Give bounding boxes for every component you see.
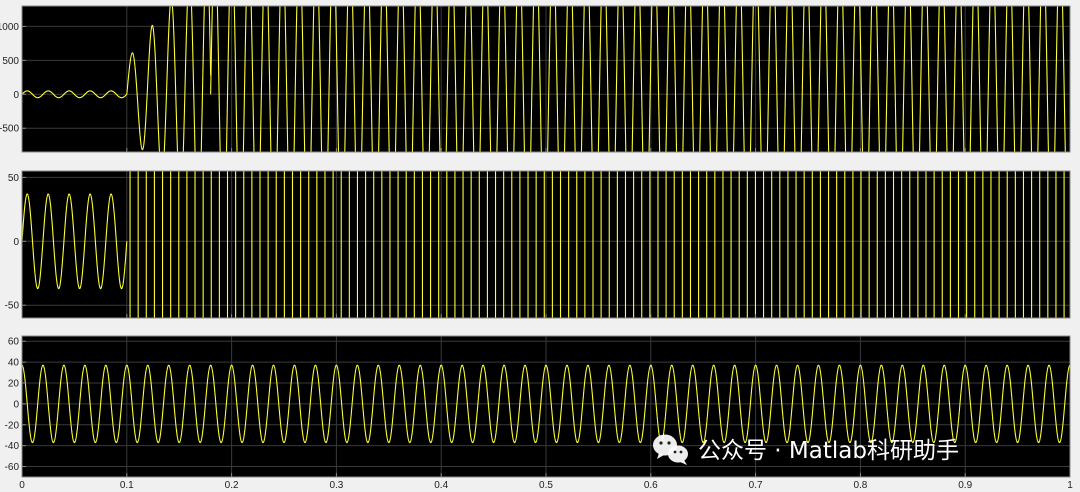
scope-axes-3: -60 -40 -20 0 20 40 60 0 0.1 0.2 0.3 0.4 0.5 0.6 0.7 0.… [5,335,1073,491]
y-tick-label: 0 [13,399,19,410]
y-tick-label: -500 [0,124,19,135]
x-tick-label: 0.1 [120,480,134,491]
x-tick-label: 0.7 [749,480,763,491]
x-tick-label: 0.4 [434,480,448,491]
scope-axes-2: -50 0 50 [5,170,1071,319]
y-tick-label: -40 [5,441,20,452]
x-tick-label: 0.6 [644,480,658,491]
y-tick-label: 0 [13,90,19,101]
y-tick-label: 50 [8,173,20,184]
x-tick-label: 0.2 [225,480,239,491]
y-tick-label: -50 [5,301,20,312]
watermark: 公众号 · Matlab科研助手 [653,434,959,465]
y-tick-label: 20 [8,379,20,390]
x-tick-label: 0.8 [853,480,867,491]
axes-layer: -50005001000-50050-60-40-20020406000.10.… [0,5,1073,491]
x-tick-label: 0.3 [329,480,343,491]
y-tick-label: 40 [8,358,20,369]
x-tick-label: 1 [1067,480,1073,491]
x-tick-label: 0 [19,480,25,491]
x-tick-label: 0.5 [539,480,553,491]
y-tick-label: 0 [13,237,19,248]
y-tick-label: -60 [5,462,20,473]
x-tick-label: 0.9 [958,480,972,491]
y-tick-label: 500 [2,56,19,67]
y-tick-label: -20 [5,420,20,431]
y-tick-label: 1000 [0,22,19,33]
scope-figure: -50005001000-50050-60-40-20020406000.10.… [0,0,1080,492]
y-tick-label: 60 [8,337,20,348]
watermark-text: 公众号 · Matlab科研助手 [698,438,959,464]
